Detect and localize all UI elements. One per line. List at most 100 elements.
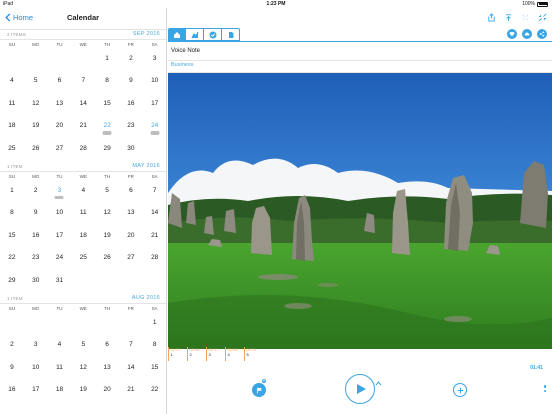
calendar-day[interactable]: 15 — [143, 359, 166, 381]
calendar-day[interactable]: 4 — [0, 72, 24, 94]
calendar-day[interactable]: 21 — [71, 117, 95, 139]
add-marker-button[interactable] — [453, 383, 467, 397]
calendar-day[interactable]: 10 — [143, 72, 166, 94]
calendar-day[interactable]: 22 — [0, 249, 24, 271]
calendar-day[interactable]: 13 — [119, 204, 143, 226]
calendar-day[interactable]: 5 — [24, 72, 48, 94]
calendar-day[interactable]: 24 — [143, 117, 166, 139]
calendar-day[interactable]: 27 — [48, 140, 72, 162]
calendar-day[interactable]: 4 — [71, 182, 95, 204]
tab-home[interactable] — [168, 28, 186, 41]
cloud-icon[interactable] — [522, 29, 532, 39]
calendar-day[interactable]: 3 — [24, 336, 48, 358]
collapse-icon[interactable] — [503, 12, 513, 22]
calendar-day[interactable]: 9 — [119, 72, 143, 94]
calendar-day[interactable]: 18 — [48, 381, 72, 403]
calendar-day[interactable]: 15 — [95, 95, 119, 117]
heart-icon[interactable] — [507, 29, 517, 39]
calendar-day[interactable]: 7 — [119, 336, 143, 358]
calendar-day[interactable]: 6 — [48, 72, 72, 94]
calendar-day[interactable]: 2 — [0, 336, 24, 358]
timeline-marker[interactable]: 01:17 3 — [206, 347, 225, 361]
calendar-day[interactable]: 28 — [71, 140, 95, 162]
calendar-day[interactable]: 25 — [0, 140, 24, 162]
calendar-day[interactable]: 16 — [0, 381, 24, 403]
calendar-day[interactable]: 17 — [143, 95, 166, 117]
calendar-day[interactable]: 26 — [95, 249, 119, 271]
calendar-day[interactable]: 14 — [71, 95, 95, 117]
calendar-day[interactable]: 20 — [95, 381, 119, 403]
add-flag-button[interactable] — [252, 383, 266, 397]
note-title[interactable]: Voice Note — [171, 48, 200, 54]
calendar-day[interactable]: 5 — [71, 336, 95, 358]
calendar-day[interactable]: 27 — [119, 249, 143, 271]
calendar-day[interactable]: 22 — [95, 117, 119, 139]
calendar-day[interactable]: 23 — [24, 249, 48, 271]
calendar-day[interactable]: 24 — [48, 249, 72, 271]
calendar-day[interactable]: 26 — [24, 140, 48, 162]
calendar-day[interactable]: 30 — [119, 140, 143, 162]
calendar-day[interactable]: 12 — [95, 204, 119, 226]
calendar-day[interactable]: 4 — [48, 336, 72, 358]
expand-player-button[interactable] — [375, 373, 382, 391]
calendar-day[interactable]: 29 — [0, 272, 24, 294]
calendar-day[interactable]: 3 — [48, 182, 72, 204]
calendar-day[interactable]: 31 — [48, 272, 72, 294]
calendar-day[interactable]: 28 — [143, 249, 166, 271]
calendar-day[interactable]: 15 — [0, 227, 24, 249]
calendar-day[interactable]: 16 — [24, 227, 48, 249]
calendar-day[interactable]: 1 — [95, 50, 119, 72]
minimize-icon[interactable] — [520, 12, 530, 22]
calendar-day[interactable]: 18 — [0, 117, 24, 139]
calendar-day[interactable]: 21 — [119, 381, 143, 403]
calendar-day[interactable]: 29 — [95, 140, 119, 162]
calendar-day[interactable]: 10 — [48, 204, 72, 226]
calendar-day[interactable]: 12 — [71, 359, 95, 381]
calendar-day[interactable]: 30 — [24, 272, 48, 294]
calendar-day[interactable]: 25 — [71, 249, 95, 271]
calendar-day[interactable]: 21 — [143, 227, 166, 249]
note-category[interactable]: Business — [171, 62, 193, 68]
calendar-day[interactable]: 19 — [24, 117, 48, 139]
calendar-day[interactable]: 17 — [24, 381, 48, 403]
calendar-day[interactable]: 14 — [119, 359, 143, 381]
calendar-day[interactable]: 6 — [95, 336, 119, 358]
calendar-day[interactable]: 23 — [119, 117, 143, 139]
calendar-day[interactable]: 1 — [143, 314, 166, 336]
calendar-day[interactable]: 11 — [0, 95, 24, 117]
calendar-day[interactable]: 17 — [48, 227, 72, 249]
timeline-marker[interactable]: 01:11 5 — [244, 347, 263, 361]
play-button[interactable] — [345, 374, 375, 404]
share-nodes-icon[interactable] — [537, 29, 547, 39]
calendar-day[interactable]: 19 — [95, 227, 119, 249]
calendar-day[interactable]: 12 — [24, 95, 48, 117]
calendar-day[interactable]: 18 — [71, 227, 95, 249]
calendar-day[interactable]: 3 — [143, 50, 166, 72]
calendar-day[interactable]: 6 — [119, 182, 143, 204]
tab-chart[interactable] — [186, 28, 204, 41]
calendar-day[interactable]: 9 — [0, 359, 24, 381]
calendar-day[interactable]: 22 — [143, 381, 166, 403]
calendar-day[interactable]: 8 — [143, 336, 166, 358]
calendar-day[interactable]: 13 — [48, 95, 72, 117]
calendar-day[interactable]: 19 — [71, 381, 95, 403]
share-icon[interactable] — [486, 12, 496, 22]
calendar-day[interactable]: 13 — [95, 359, 119, 381]
calendar-day[interactable]: 10 — [24, 359, 48, 381]
calendar-day[interactable]: 9 — [24, 204, 48, 226]
calendar-day[interactable]: 5 — [95, 182, 119, 204]
calendar-day[interactable]: 20 — [119, 227, 143, 249]
more-options-button[interactable] — [543, 385, 546, 392]
calendar-day[interactable]: 7 — [71, 72, 95, 94]
calendar-day[interactable]: 2 — [119, 50, 143, 72]
timeline-marker[interactable]: 01:17 1 — [168, 347, 187, 361]
calendar-day[interactable]: 14 — [143, 204, 166, 226]
expand-icon[interactable] — [537, 12, 547, 22]
calendar-day[interactable]: 16 — [119, 95, 143, 117]
timeline-marker[interactable]: 01:08 4 — [225, 347, 244, 361]
timeline-marker[interactable]: 02:08 2 — [187, 347, 206, 361]
calendar-day[interactable]: 1 — [0, 182, 24, 204]
calendar-day[interactable]: 11 — [48, 359, 72, 381]
calendar-day[interactable]: 8 — [0, 204, 24, 226]
calendar-day[interactable]: 20 — [48, 117, 72, 139]
